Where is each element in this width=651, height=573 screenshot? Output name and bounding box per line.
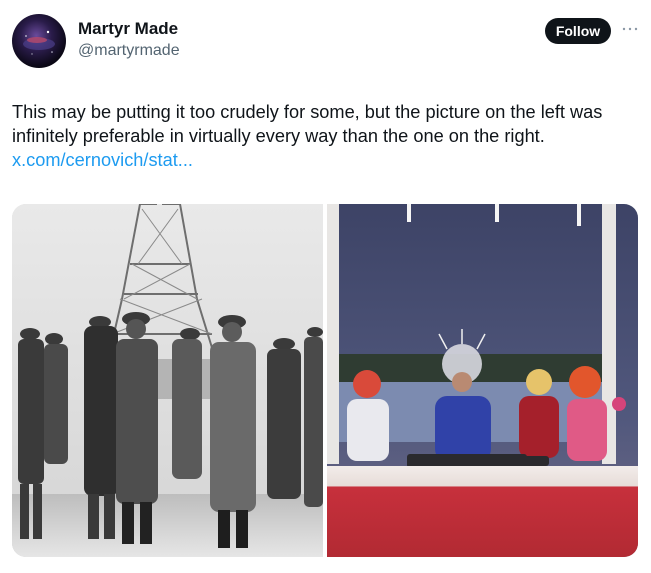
more-horizontal-icon[interactable] [620, 22, 640, 36]
tweet-link[interactable]: x.com/cernovich/stat... [12, 148, 193, 172]
tweet-card: Martyr Made @martyrmade Follow This may … [0, 0, 651, 573]
follow-button[interactable]: Follow [545, 18, 611, 44]
author-block: Martyr Made @martyrmade [78, 18, 180, 62]
right-photo[interactable] [327, 204, 638, 557]
avatar-image-icon [23, 30, 55, 55]
tweet-text: This may be putting it too crudely for s… [12, 102, 603, 146]
media-grid [12, 204, 638, 557]
avatar[interactable] [12, 14, 66, 68]
display-name[interactable]: Martyr Made [78, 18, 180, 40]
user-handle[interactable]: @martyrmade [78, 40, 180, 62]
left-photo[interactable] [12, 204, 323, 557]
